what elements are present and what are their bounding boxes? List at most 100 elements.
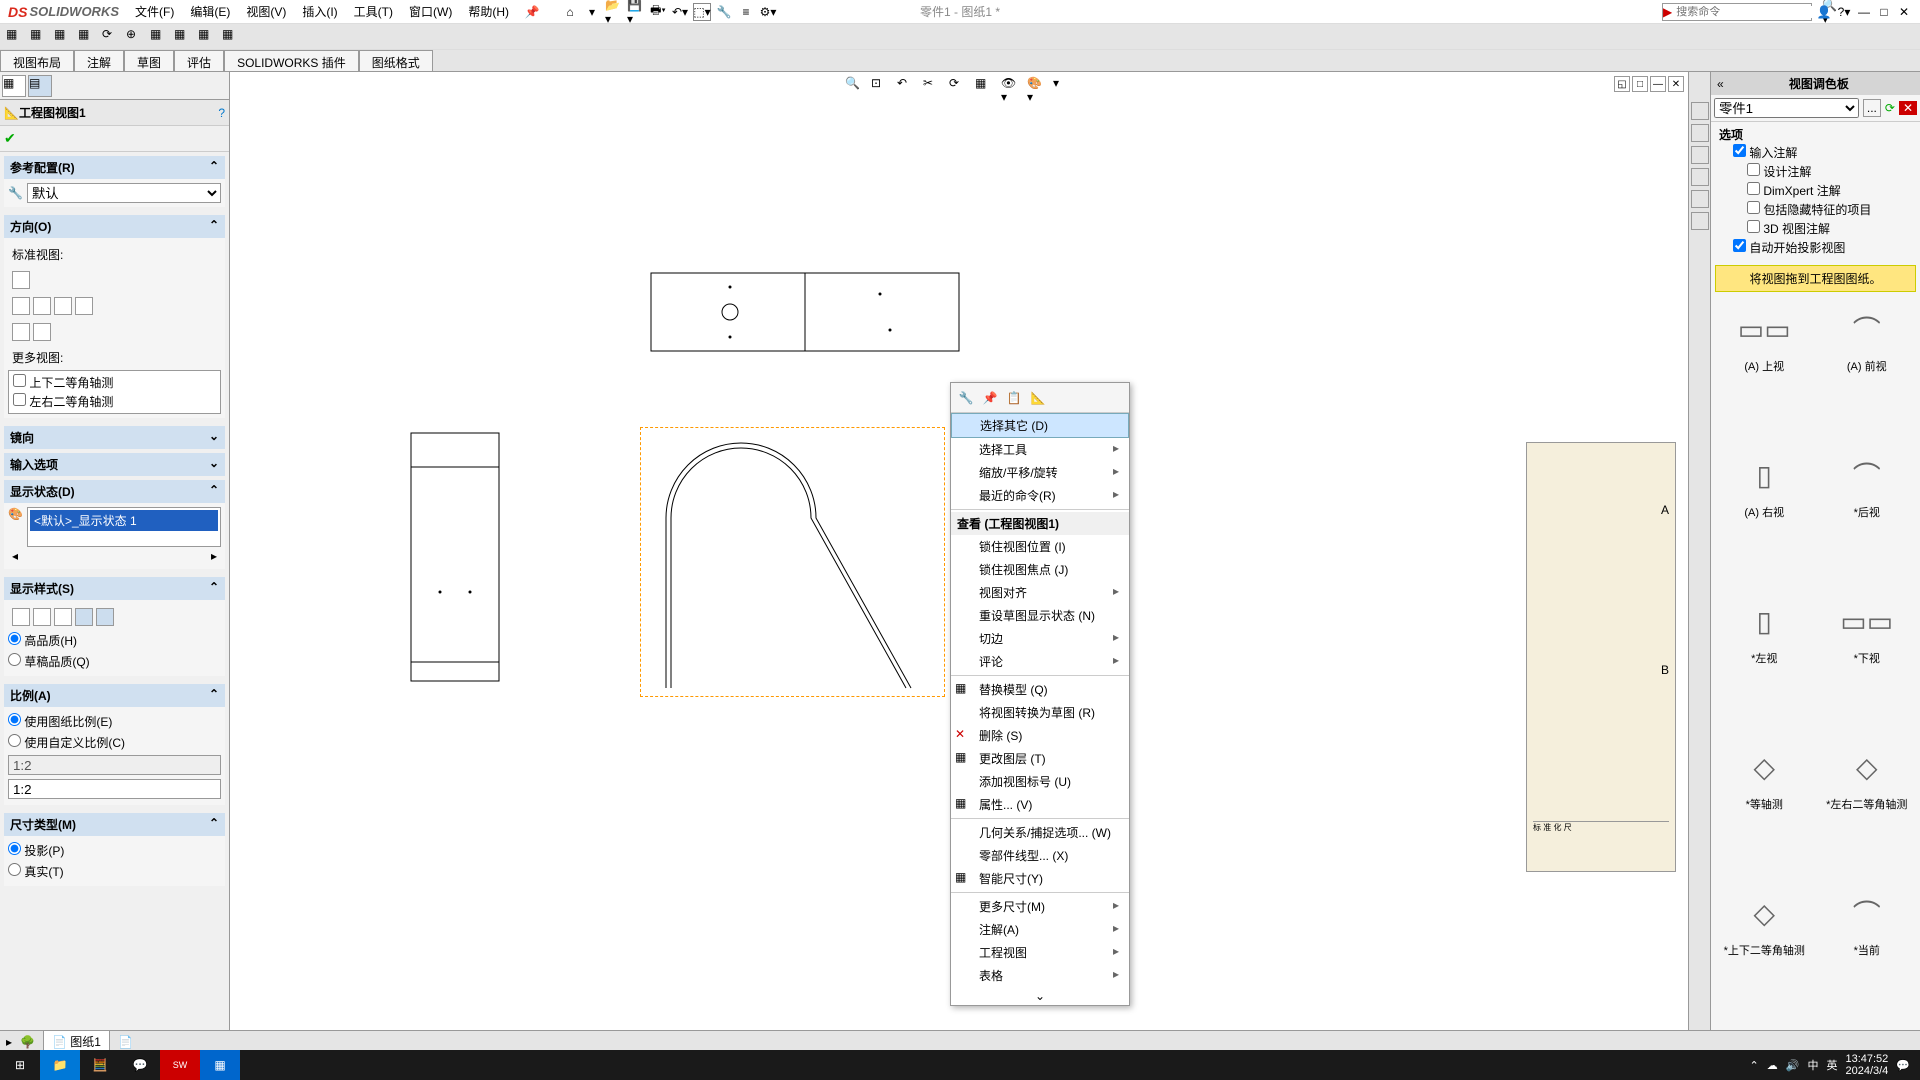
check-auto-proj[interactable] xyxy=(1733,239,1746,252)
zoom-area-icon[interactable]: ⊡ xyxy=(871,76,891,96)
ctx-item-14[interactable]: 添加视图标号 (U) xyxy=(951,770,1129,793)
ctx-tb-icon-1[interactable]: 🔧 xyxy=(957,389,975,407)
ctx-item-13[interactable]: ▦更改图层 (T) xyxy=(951,747,1129,770)
draft-radio[interactable] xyxy=(8,653,21,666)
palette-view-1[interactable]: ⌒(A) 前视 xyxy=(1822,304,1913,438)
cmd-icon-10[interactable]: ▦ xyxy=(222,27,242,47)
view-check-2[interactable] xyxy=(13,393,26,406)
ctx-item-21[interactable]: 工程视图▸ xyxy=(951,941,1129,964)
proj-radio[interactable] xyxy=(8,842,21,855)
doc-close-icon[interactable]: ✕ xyxy=(1668,76,1684,92)
ctx-item-16[interactable]: 几何关系/捕捉选项... (W) xyxy=(951,821,1129,844)
style-btn-2[interactable] xyxy=(33,608,51,626)
help-icon[interactable]: ?▾ xyxy=(1836,4,1852,20)
start-button[interactable]: ⊞ xyxy=(0,1050,40,1080)
palette-view-3[interactable]: ⌒*后视 xyxy=(1822,450,1913,584)
rs-icon-6[interactable] xyxy=(1691,212,1709,230)
sheet-ratio-radio[interactable] xyxy=(8,713,21,726)
add-sheet-icon[interactable]: 📄 xyxy=(118,1035,133,1049)
view-btn-4[interactable] xyxy=(75,297,93,315)
tray-notification-icon[interactable]: 💬 xyxy=(1896,1059,1910,1072)
ctx-item-9[interactable]: 评论▸ xyxy=(951,650,1129,673)
panel-tab-2[interactable]: ▤ xyxy=(28,75,52,97)
tab-sketch[interactable]: 草图 xyxy=(124,50,174,71)
minimize-icon[interactable]: — xyxy=(1856,4,1872,20)
cmd-icon-8[interactable]: ▦ xyxy=(174,27,194,47)
doc-restore-icon[interactable]: ◱ xyxy=(1614,76,1630,92)
rp-browse-icon[interactable]: ... xyxy=(1863,99,1881,117)
cmd-icon-5[interactable]: ⟳ xyxy=(102,27,122,47)
rs-icon-5[interactable] xyxy=(1691,190,1709,208)
rotate-icon[interactable]: ⟳ xyxy=(949,76,969,96)
palette-view-5[interactable]: ▭▭*下视 xyxy=(1822,596,1913,730)
rs-icon-4[interactable] xyxy=(1691,168,1709,186)
home-icon[interactable]: ⌂ xyxy=(561,3,579,21)
palette-view-2[interactable]: ▯(A) 右视 xyxy=(1719,450,1810,584)
task-wechat[interactable]: 💬 xyxy=(120,1050,160,1080)
palette-view-9[interactable]: ⌒*当前 xyxy=(1822,888,1913,1022)
task-explorer[interactable]: 📁 xyxy=(40,1050,80,1080)
tray-ime-1[interactable]: 中 xyxy=(1807,1057,1818,1073)
rs-icon-1[interactable] xyxy=(1691,102,1709,120)
config-select[interactable]: 默认 xyxy=(27,183,221,203)
palette-view-0[interactable]: ▭▭(A) 上视 xyxy=(1719,304,1810,438)
ctx-item-8[interactable]: 切边▸ xyxy=(951,627,1129,650)
ctx-item-18[interactable]: ▦智能尺寸(Y) xyxy=(951,867,1129,890)
menu-tools[interactable]: 工具(T) xyxy=(346,0,401,23)
maximize-icon[interactable]: □ xyxy=(1876,4,1892,20)
ctx-item-2[interactable]: 缩放/平移/旋转▸ xyxy=(951,461,1129,484)
menu-file[interactable]: 文件(F) xyxy=(127,0,182,23)
ctx-item-12[interactable]: ✕删除 (S) xyxy=(951,724,1129,747)
ctx-item-11[interactable]: 将视图转换为草图 (R) xyxy=(951,701,1129,724)
cmd-icon-1[interactable]: ▦ xyxy=(6,27,26,47)
search-box[interactable]: ▶ 🔍▾ xyxy=(1662,3,1812,21)
tray-cloud-icon[interactable]: ☁ xyxy=(1767,1059,1778,1072)
ctx-tb-icon-2[interactable]: 📌 xyxy=(981,389,999,407)
cmd-icon-9[interactable]: ▦ xyxy=(198,27,218,47)
menu-edit[interactable]: 编辑(E) xyxy=(182,0,238,23)
display-icon[interactable]: ▦ xyxy=(975,76,995,96)
new-icon[interactable]: ▾ xyxy=(583,3,601,21)
view-check-1[interactable] xyxy=(13,374,26,387)
options-icon[interactable]: ≡ xyxy=(737,3,755,21)
prev-view-icon[interactable]: ↶ xyxy=(897,76,917,96)
ctx-item-5[interactable]: 锁住视图焦点 (J) xyxy=(951,558,1129,581)
tray-ime-2[interactable]: 英 xyxy=(1826,1057,1837,1073)
ok-icon[interactable]: ✔ xyxy=(4,130,16,146)
display-state-item[interactable]: <默认>_显示状态 1 xyxy=(30,510,218,531)
ratio-input-1[interactable] xyxy=(8,755,221,775)
task-calc[interactable]: 🧮 xyxy=(80,1050,120,1080)
cmd-icon-4[interactable]: ▦ xyxy=(78,27,98,47)
ctx-item-3[interactable]: 最近的命令(R)▸ xyxy=(951,484,1129,507)
section-mirror[interactable]: 镜向 ⌄ xyxy=(4,426,225,449)
section-dim-type[interactable]: 尺寸类型(M) ⌃ xyxy=(4,813,225,836)
tab-sheet-format[interactable]: 图纸格式 xyxy=(359,50,433,71)
view-btn-1[interactable] xyxy=(12,297,30,315)
style-btn-4[interactable] xyxy=(75,608,93,626)
ctx-item-22[interactable]: 表格▸ xyxy=(951,964,1129,987)
custom-ratio-radio[interactable] xyxy=(8,734,21,747)
palette-view-6[interactable]: ◇*等轴测 xyxy=(1719,742,1810,876)
panel-help-icon[interactable]: ? xyxy=(218,106,225,120)
undo-icon[interactable]: ↶▾ xyxy=(671,3,689,21)
ctx-expand-icon[interactable]: ⌄ xyxy=(951,987,1129,1005)
hq-radio[interactable] xyxy=(8,632,21,645)
section-ratio[interactable]: 比例(A) ⌃ xyxy=(4,684,225,707)
style-btn-3[interactable] xyxy=(54,608,72,626)
ctx-item-10[interactable]: ▦替换模型 (Q) xyxy=(951,678,1129,701)
ctx-item-4[interactable]: 锁住视图位置 (I) xyxy=(951,535,1129,558)
ctx-item-0[interactable]: 选择其它 (D) xyxy=(951,413,1129,438)
doc-max-icon[interactable]: □ xyxy=(1632,76,1648,92)
user-icon[interactable]: 👤 xyxy=(1816,4,1832,20)
more-views-list[interactable]: 上下二等角轴测 左右二等角轴测 xyxy=(8,370,221,414)
save-icon[interactable]: 💾▾ xyxy=(627,3,645,21)
view-btn-5[interactable] xyxy=(12,323,30,341)
ctx-item-19[interactable]: 更多尺寸(M)▸ xyxy=(951,895,1129,918)
menu-window[interactable]: 窗口(W) xyxy=(401,0,460,23)
rp-close-icon[interactable]: ✕ xyxy=(1899,101,1917,115)
task-app[interactable]: ▦ xyxy=(200,1050,240,1080)
rp-collapse-icon[interactable]: « xyxy=(1717,77,1724,91)
menu-view[interactable]: 视图(V) xyxy=(238,0,294,23)
search-input[interactable] xyxy=(1672,6,1822,18)
settings-icon[interactable]: ⚙▾ xyxy=(759,3,777,21)
